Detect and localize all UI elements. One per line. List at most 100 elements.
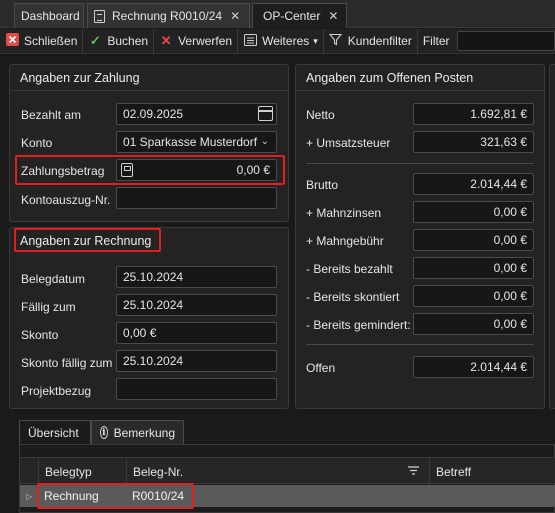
discount-due-value: 25.10.2024: [123, 354, 184, 368]
calendar-icon[interactable]: [258, 106, 273, 121]
invoice-panel-title: Angaben zur Rechnung: [20, 234, 152, 248]
due-label: Fällig zum: [21, 300, 76, 314]
gross-field: 2.014,44 €: [413, 173, 534, 195]
row-indicator-header: [20, 458, 38, 485]
x-icon: ✕: [160, 33, 172, 48]
dunning-interest-value: 0,00 €: [493, 205, 527, 219]
paid-on-date-field[interactable]: 02.09.2025: [116, 103, 277, 125]
doc-date-label: Belegdatum: [21, 272, 86, 286]
column-header-belegtyp[interactable]: Belegtyp: [38, 458, 126, 485]
discounted-label: - Bereits skontiert: [306, 290, 400, 304]
open-label: Offen: [306, 361, 336, 375]
doc-date-value: 25.10.2024: [123, 270, 184, 284]
vat-value: 321,63 €: [480, 135, 527, 149]
document-grid: Belegtyp Beleg-Nr. Betreff ▷ Rechnung R0…: [19, 444, 555, 513]
cell-betreff: [429, 485, 555, 507]
reduced-value: 0,00 €: [493, 317, 527, 331]
open-field: 2.014,44 €: [413, 356, 534, 378]
due-value: 25.10.2024: [123, 298, 184, 312]
discount-value: 0,00 €: [123, 326, 157, 340]
statement-label: Kontoauszug-Nr.: [21, 193, 111, 207]
dunning-interest-label: + Mahnzinsen: [306, 206, 382, 220]
discount-due-label: Skonto fällig zum: [21, 356, 113, 370]
account-select[interactable]: 01 Sparkasse Musterdorf ⌄: [116, 131, 277, 153]
tab-strip: Dashboard Rechnung R0010/24 ✕ OP-Center …: [0, 0, 555, 28]
close-square-icon: [5, 33, 19, 49]
discount-due-field[interactable]: 25.10.2024: [116, 350, 277, 372]
divider: [306, 344, 534, 345]
list-icon: [243, 33, 257, 49]
tab-label: Übersicht: [28, 425, 79, 440]
reduced-label: - Bereits gemindert:: [306, 318, 411, 332]
payment-panel-title: Angaben zur Zahlung: [10, 65, 288, 91]
tab-invoice[interactable]: Rechnung R0010/24 ✕: [87, 3, 250, 28]
discounted-field: 0,00 €: [413, 285, 534, 307]
tab-label: Dashboard: [21, 9, 80, 23]
column-header-betreff[interactable]: Betreff: [429, 458, 555, 485]
side-panel-edge: [549, 64, 555, 409]
statement-field[interactable]: [116, 187, 277, 209]
tab-dashboard[interactable]: Dashboard: [14, 3, 84, 28]
more-button[interactable]: Weiteres ▾: [238, 28, 324, 54]
discard-button[interactable]: ✕ Verwerfen: [154, 28, 239, 54]
filter-label: Filter: [422, 34, 450, 48]
tab-label: OP-Center: [263, 9, 321, 23]
discounted-value: 0,00 €: [493, 289, 527, 303]
customer-filter-label: Kundenfilter: [347, 34, 412, 48]
discount-label: Skonto: [21, 328, 59, 342]
info-icon: i: [100, 426, 108, 439]
column-header-beleg-nr[interactable]: Beleg-Nr.: [126, 458, 429, 485]
close-button[interactable]: Schließen: [0, 28, 84, 54]
account-label: Konto: [21, 136, 53, 150]
grid-header: Belegtyp Beleg-Nr. Betreff: [20, 457, 555, 485]
chevron-down-icon: ⌄: [260, 136, 269, 147]
dunning-fee-field: 0,00 €: [413, 229, 534, 251]
more-label: Weiteres: [262, 34, 310, 48]
paid-on-value: 02.09.2025: [123, 107, 184, 121]
tab-overview[interactable]: Übersicht: [19, 420, 91, 444]
chevron-down-icon: ▾: [313, 35, 318, 46]
customer-filter-button[interactable]: Kundenfilter: [324, 28, 418, 54]
account-value: 01 Sparkasse Musterdorf: [123, 135, 258, 149]
net-field: 1.692,81 €: [413, 103, 534, 125]
discard-label: Verwerfen: [178, 34, 233, 48]
close-icon[interactable]: ✕: [328, 9, 338, 23]
tab-label: Bemerkung: [113, 425, 175, 440]
divider: [306, 163, 534, 164]
open-item-panel-title: Angaben zum Offenen Posten: [296, 65, 544, 91]
vat-label: + Umsatzsteuer: [306, 136, 391, 150]
gross-value: 2.014,44 €: [470, 177, 527, 191]
doc-date-field[interactable]: 25.10.2024: [116, 266, 277, 288]
table-row[interactable]: ▷ Rechnung R0010/24: [20, 485, 555, 507]
cell-belegtyp: Rechnung: [44, 489, 99, 503]
net-label: Netto: [306, 108, 335, 122]
project-field[interactable]: [116, 378, 277, 400]
toolbar: Schließen ✓ Buchen ✕ Verwerfen Weiteres …: [0, 28, 555, 54]
document-icon: [94, 9, 105, 23]
paid-value: 0,00 €: [493, 261, 527, 275]
due-field[interactable]: 25.10.2024: [116, 294, 277, 316]
close-icon[interactable]: ✕: [230, 9, 240, 23]
paid-on-label: Bezahlt am: [21, 108, 82, 122]
column-label: Beleg-Nr.: [133, 464, 184, 479]
dunning-fee-value: 0,00 €: [493, 233, 527, 247]
gross-label: Brutto: [306, 178, 339, 192]
checkmark-icon: ✓: [89, 33, 101, 48]
filter-icon: [329, 33, 343, 49]
amount-label: Zahlungsbetrag: [21, 164, 105, 178]
amount-field[interactable]: 0,00 €: [116, 159, 277, 181]
dunning-fee-label: + Mahngebühr: [306, 234, 384, 248]
discount-field[interactable]: 0,00 €: [116, 322, 277, 344]
tab-remarks[interactable]: i Bemerkung: [91, 420, 184, 444]
book-label: Buchen: [107, 34, 149, 48]
tab-op-center[interactable]: OP-Center ✕: [252, 3, 347, 28]
tab-label: Rechnung R0010/24: [112, 9, 223, 23]
book-button[interactable]: ✓ Buchen: [83, 28, 155, 54]
calculator-icon[interactable]: [121, 163, 133, 177]
filter-icon[interactable]: [408, 465, 419, 479]
project-label: Projektbezug: [21, 384, 92, 398]
net-value: 1.692,81 €: [470, 107, 527, 121]
filter-input[interactable]: [457, 31, 555, 51]
amount-value: 0,00 €: [236, 163, 270, 177]
vat-field: 321,63 €: [413, 131, 534, 153]
